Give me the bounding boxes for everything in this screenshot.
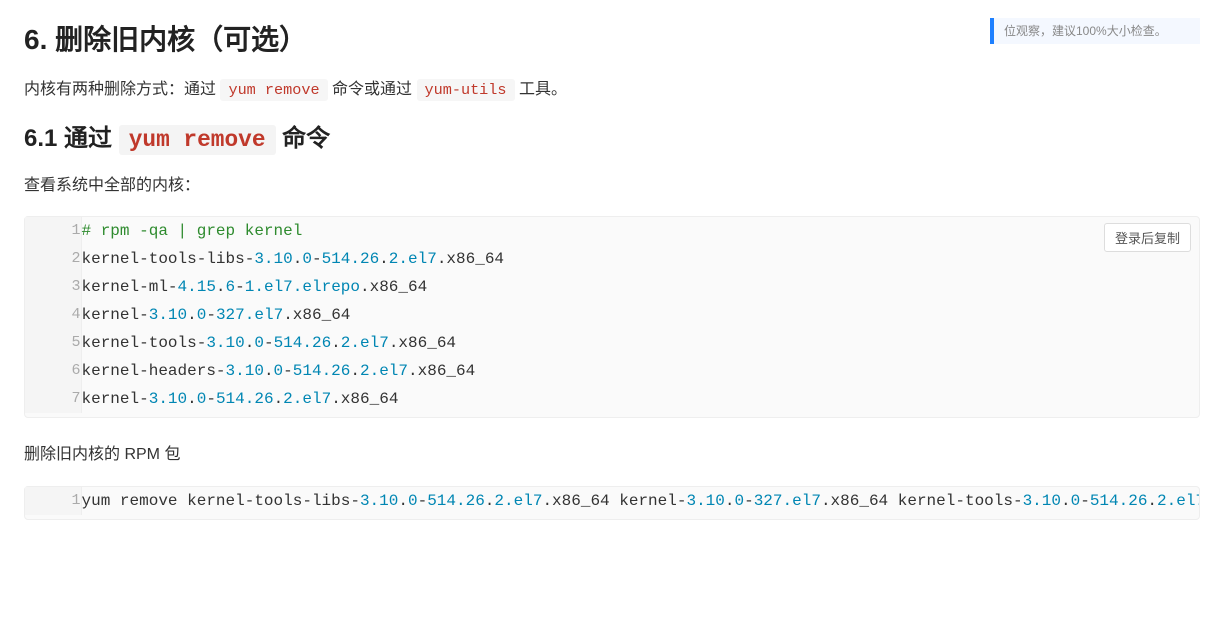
code-scroll-2[interactable]: 1 yum remove kernel-tools-libs-3.10.0-51… xyxy=(25,487,1199,519)
side-note-text: 位观察，建议100%大小检查。 xyxy=(1004,24,1167,38)
heading-6-1: 6.1 通过 yum remove 命令 xyxy=(24,120,1200,158)
intro-paragraph: 内核有两种删除方式：通过 yum remove 命令或通过 yum-utils … xyxy=(24,77,1200,103)
code-line-7: kernel-3.10.0-514.26.2.el7.x86_64 xyxy=(82,390,399,408)
code-content: yum remove kernel-tools-libs-3.10.0-514.… xyxy=(81,487,1199,515)
line-numbers: 1 2 3 4 5 6 7 xyxy=(25,217,81,413)
code-block-1: 登录后复制 1 2 3 4 5 6 7 # rpm -qa | grep ker… xyxy=(24,216,1200,418)
heading-inline-code: yum remove xyxy=(119,125,276,155)
code-line-5: kernel-tools-3.10.0-514.26.2.el7.x86_64 xyxy=(82,334,457,352)
code-line-2: kernel-tools-libs-3.10.0-514.26.2.el7.x8… xyxy=(82,250,505,268)
code-line-4: kernel-3.10.0-327.el7.x86_64 xyxy=(82,306,351,324)
inline-code-yum-remove: yum remove xyxy=(220,79,327,101)
code-line-6: kernel-headers-3.10.0-514.26.2.el7.x86_6… xyxy=(82,362,476,380)
side-note-box: 位观察，建议100%大小检查。 xyxy=(990,18,1200,44)
copy-button[interactable]: 登录后复制 xyxy=(1104,223,1191,252)
code-block-2: 1 yum remove kernel-tools-libs-3.10.0-51… xyxy=(24,486,1200,520)
code-line-1: # rpm -qa | grep kernel xyxy=(82,222,303,240)
code-line-1: yum remove kernel-tools-libs-3.10.0-514.… xyxy=(82,492,1200,510)
inline-code-yum-utils: yum-utils xyxy=(417,79,515,101)
code-content: # rpm -qa | grep kernel kernel-tools-lib… xyxy=(81,217,1199,413)
code-scroll-1[interactable]: 1 2 3 4 5 6 7 # rpm -qa | grep kernel ke… xyxy=(25,217,1199,417)
code-line-3: kernel-ml-4.15.6-1.el7.elrepo.x86_64 xyxy=(82,278,428,296)
paragraph-delete-rpm: 删除旧内核的 RPM 包 xyxy=(24,442,1200,468)
paragraph-view-kernels: 查看系统中全部的内核： xyxy=(24,173,1200,199)
line-numbers: 1 xyxy=(25,487,81,515)
